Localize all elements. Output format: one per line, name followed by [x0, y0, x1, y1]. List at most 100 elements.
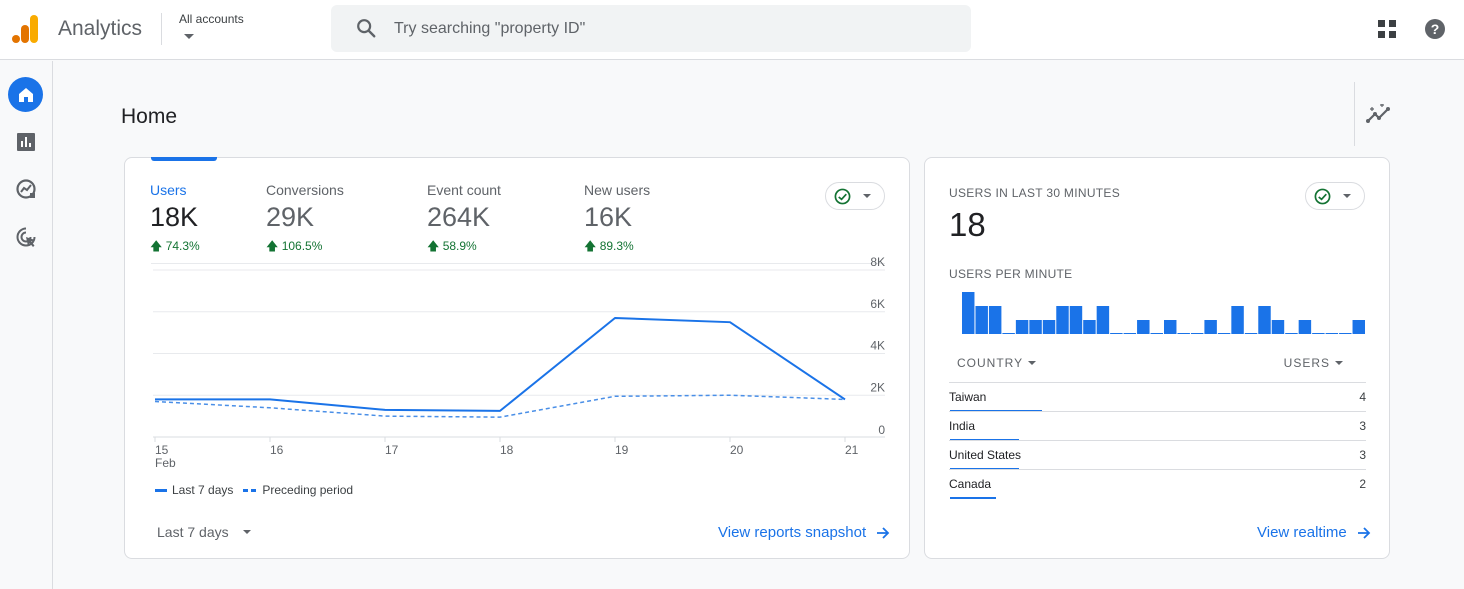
minute-bar [1217, 333, 1231, 334]
view-realtime-label: View realtime [1257, 524, 1347, 541]
table-row[interactable]: India 3 [949, 411, 1366, 441]
nav-advertising[interactable] [8, 219, 43, 254]
minute-bar [1110, 333, 1123, 334]
search-bar[interactable] [331, 5, 971, 52]
svg-text:?: ? [1431, 21, 1440, 37]
legend-previous-label: Preceding period [262, 483, 354, 497]
minute-bar [1123, 333, 1137, 334]
header-divider [161, 13, 162, 45]
table-row[interactable]: United States 3 [949, 440, 1366, 470]
minute-bar [1164, 320, 1177, 334]
chart-legend: Last 7 days Preceding period [155, 483, 353, 497]
country-name: Canada [949, 477, 992, 491]
analytics-logo[interactable] [12, 14, 40, 44]
x-tick-label: 21 [845, 443, 859, 457]
minute-bar [988, 306, 1002, 334]
minute-bar [1083, 320, 1096, 334]
y-tick-label: 6K [870, 297, 885, 311]
y-tick-label: 0 [878, 423, 885, 437]
minute-bar [1312, 333, 1325, 334]
minute-bar [1096, 306, 1110, 334]
overview-card: Users 18K 🡅 74.3% Conversions 29K 🡅 106.… [124, 157, 910, 559]
x-tick-label: 16 [270, 443, 284, 457]
users-line-chart: 0 2K 4K 6K 8K 15 16 17 18 19 20 21 Feb [153, 255, 885, 470]
minute-bar [1298, 320, 1312, 334]
view-realtime-link[interactable]: View realtime [1257, 524, 1371, 541]
view-reports-snapshot-link[interactable]: View reports snapshot [718, 524, 890, 541]
caret-down-icon [1028, 361, 1037, 365]
help-icon[interactable]: ? [1424, 18, 1446, 40]
minute-bar [1042, 320, 1056, 334]
realtime-title: USERS IN LAST 30 MINUTES [949, 186, 1121, 200]
arrow-right-icon [877, 526, 890, 539]
minute-bar [1177, 333, 1190, 334]
country-users: 3 [1359, 448, 1366, 462]
check-circle-icon [1314, 188, 1331, 205]
arrow-right-icon [1357, 526, 1371, 539]
search-input[interactable] [394, 5, 954, 52]
minute-bar [1002, 333, 1015, 334]
x-tick-label: 19 [615, 443, 629, 457]
x-tick-label: 17 [385, 443, 399, 457]
country-column-header[interactable]: COUNTRY [957, 356, 1037, 370]
minute-bar [1137, 320, 1150, 334]
series-line-last-7-days [155, 317, 846, 412]
target-cursor-icon [16, 227, 35, 247]
country-users: 4 [1359, 390, 1366, 404]
y-tick-label: 2K [870, 380, 885, 394]
country-name: Taiwan [949, 390, 987, 404]
x-tick-label: 20 [730, 443, 744, 457]
y-tick-label: 4K [870, 339, 885, 353]
side-navigation [0, 61, 53, 589]
app-title: Analytics [58, 17, 143, 40]
caret-down-icon [1335, 361, 1343, 365]
realtime-users-value: 18 [949, 206, 986, 243]
x-tick-label: 15 [155, 443, 169, 457]
share-bar [950, 497, 996, 499]
explore-icon [15, 178, 36, 199]
x-sublabel: Feb [155, 456, 176, 470]
insights-divider [1354, 82, 1355, 146]
minute-bar [1150, 333, 1163, 334]
table-row[interactable]: Taiwan 4 [949, 382, 1366, 412]
minute-bar [1285, 333, 1298, 334]
data-quality-menu[interactable] [1305, 182, 1365, 210]
insights-icon[interactable] [1366, 104, 1390, 124]
legend-dashed-swatch [243, 488, 258, 492]
minute-bar [962, 292, 975, 334]
minute-bar [1325, 333, 1339, 334]
users-column-header[interactable]: USERS [1284, 356, 1343, 370]
minute-bar [1271, 320, 1285, 334]
date-range-dropdown[interactable]: Last 7 days [157, 524, 251, 540]
minute-bar [1204, 320, 1217, 334]
country-table: Taiwan 4 India 3 United States 3 Canada … [949, 382, 1366, 499]
country-header-label: COUNTRY [957, 356, 1024, 370]
nav-home[interactable] [8, 77, 43, 112]
minute-bar [1029, 320, 1042, 334]
table-row[interactable]: Canada 2 [949, 469, 1366, 499]
users-header-label: USERS [1283, 356, 1330, 370]
bar-chart-icon [16, 132, 35, 151]
minute-bar [1069, 306, 1083, 334]
account-selector-label[interactable]: All accounts [179, 12, 244, 26]
top-app-bar: Analytics All accounts ? [0, 0, 1464, 60]
minute-bar [1015, 320, 1029, 334]
home-icon [18, 87, 33, 102]
caret-down-icon[interactable] [184, 34, 194, 39]
nav-explore[interactable] [8, 171, 43, 206]
minute-bar [1258, 306, 1271, 334]
apps-icon[interactable] [1378, 20, 1396, 38]
nav-reports[interactable] [8, 124, 43, 159]
country-name: India [949, 419, 976, 433]
view-reports-snapshot-label: View reports snapshot [718, 524, 867, 541]
minute-bar [975, 306, 988, 334]
country-users: 2 [1359, 477, 1366, 491]
minute-bar [1190, 333, 1204, 334]
minute-bar [1056, 306, 1069, 334]
search-icon[interactable] [355, 17, 377, 39]
country-name: United States [949, 448, 1022, 462]
x-tick-label: 18 [500, 443, 514, 457]
page-title: Home [121, 105, 178, 128]
caret-down-icon [242, 530, 251, 534]
legend-current-label: Last 7 days [172, 483, 234, 497]
